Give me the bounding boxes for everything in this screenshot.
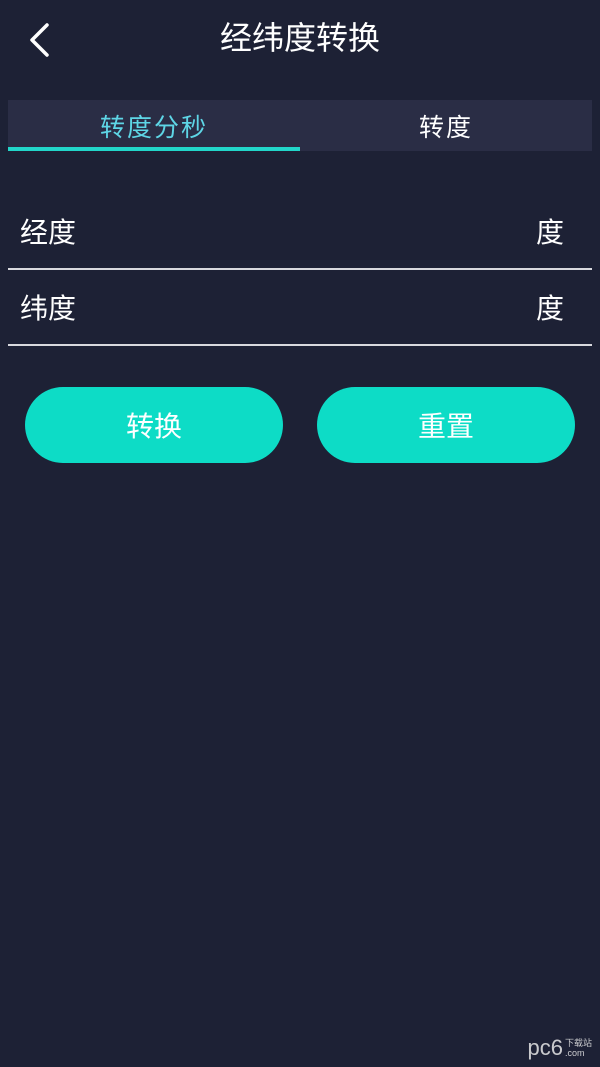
convert-button[interactable]: 转换: [25, 387, 283, 463]
tab-to-dms[interactable]: 转度分秒: [8, 100, 300, 151]
latitude-unit: 度: [535, 292, 564, 325]
reset-button[interactable]: 重置: [317, 387, 575, 463]
longitude-input[interactable]: [108, 206, 512, 256]
watermark-logo: pc6 下载站 .com: [528, 1035, 593, 1061]
longitude-row: 经度 度: [8, 194, 592, 270]
latitude-row: 纬度 度: [8, 270, 592, 346]
app-header: 经纬度转换: [0, 0, 600, 80]
watermark-sub: 下载站: [564, 1038, 592, 1048]
watermark-main: pc6: [527, 1035, 563, 1060]
latitude-label: 纬度: [20, 292, 77, 325]
watermark-meta: 下载站 .com: [563, 1038, 592, 1058]
latitude-input[interactable]: [108, 282, 512, 332]
longitude-unit: 度: [535, 216, 564, 249]
tab-to-degrees[interactable]: 转度: [300, 100, 592, 151]
page-title: 经纬度转换: [219, 19, 380, 57]
tab-bar: 转度分秒 转度: [8, 100, 592, 151]
longitude-label: 经度: [20, 216, 77, 249]
watermark-domain: .com: [564, 1048, 585, 1058]
